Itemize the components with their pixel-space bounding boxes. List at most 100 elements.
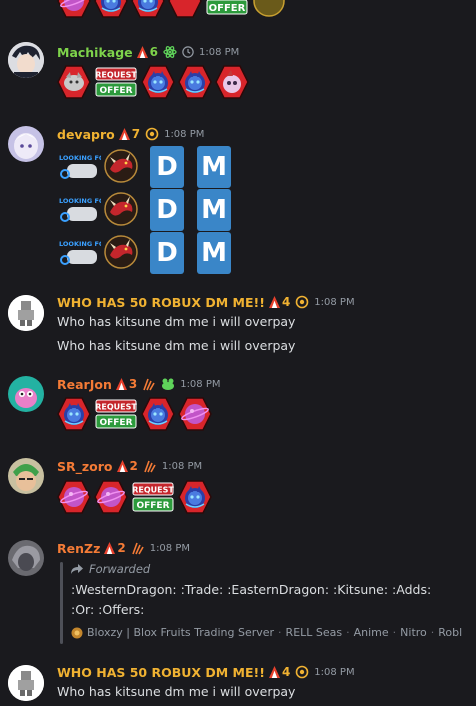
timestamp: 1:08 PM [149, 542, 190, 554]
message-header: RenZz 2 1:08 PM [57, 539, 190, 557]
spirit-fruit-emoji[interactable] [178, 397, 212, 431]
avatar[interactable] [8, 376, 44, 412]
lf-text: LOOKING FOR [59, 240, 101, 248]
avatar[interactable] [8, 458, 44, 494]
frog-badge-icon[interactable] [161, 377, 175, 391]
dm-letter-m[interactable]: M [197, 232, 231, 274]
kitsune-emoji[interactable] [57, 397, 91, 431]
dough-emoji[interactable] [215, 65, 249, 99]
dm-letter-d[interactable]: D [150, 146, 184, 188]
server-icon [71, 627, 83, 638]
offer-emoji[interactable]: OFFER [205, 0, 249, 18]
source-server[interactable]: Bloxzy | Blox Fruits Trading Server [87, 626, 274, 639]
message-text: Who has kitsune dm me i will overpay [57, 314, 296, 329]
request-offer-emoji[interactable]: REQUEST OFFER [94, 397, 138, 431]
dragon-fruit-emoji[interactable] [104, 149, 138, 183]
spirit-fruit-emoji[interactable] [57, 480, 91, 514]
source-tag[interactable]: Nitro [400, 626, 427, 639]
username[interactable]: RearJon [57, 377, 112, 392]
kitsune-emoji[interactable] [178, 65, 212, 99]
level-number: 2 [117, 541, 126, 555]
looking-for-emoji[interactable]: LOOKING FOR [57, 150, 109, 184]
dark-fruit-emoji[interactable] [94, 0, 128, 18]
plant-badge-icon[interactable] [142, 377, 156, 391]
fruit-emoji[interactable] [57, 65, 91, 99]
request-offer-emoji[interactable]: REQUEST OFFER [94, 65, 138, 99]
plant-badge-icon[interactable] [143, 459, 157, 473]
top-emoji-row: OFFER [57, 0, 286, 18]
level-number: 6 [149, 45, 159, 59]
looking-for-emoji[interactable]: LOOKING FOR [57, 236, 109, 270]
kitsune-emoji[interactable] [178, 480, 212, 514]
timestamp: 1:08 PM [161, 460, 203, 472]
target-badge-icon[interactable] [145, 127, 159, 141]
separator-dot: · [430, 626, 435, 639]
dm-letter-m[interactable]: M [197, 189, 231, 231]
dragon-fruit-emoji[interactable] [104, 192, 138, 226]
dm-letter-d[interactable]: D [150, 189, 184, 231]
level-number: 4 [281, 665, 291, 679]
message-header: Machikage 6 1:08 PM [57, 43, 239, 61]
lf-text: LOOKING FOR [59, 197, 101, 205]
target-badge-icon[interactable] [295, 665, 309, 679]
source-tag[interactable]: Robl [438, 626, 462, 639]
spirit-fruit-emoji[interactable] [94, 480, 128, 514]
message-header: WHO HAS 50 ROBUX DM ME!! 4 1:08 PM [57, 663, 355, 681]
avatar[interactable] [8, 665, 44, 701]
message-header: SR_zoro 2 1:08 PM [57, 457, 202, 475]
username[interactable]: WHO HAS 50 ROBUX DM ME!! [57, 665, 265, 680]
emoji-row: REQUEST OFFER [57, 397, 212, 431]
dm-letter-d[interactable]: D [150, 232, 184, 274]
offer-text: OFFER [209, 3, 246, 14]
level-badge: 7 [119, 127, 140, 141]
username[interactable]: devapro [57, 127, 115, 142]
level-badge: 3 [116, 377, 137, 391]
avatar[interactable] [8, 295, 44, 331]
message-text: Who has kitsune dm me i will overpay [57, 684, 296, 699]
username[interactable]: WHO HAS 50 ROBUX DM ME!! [57, 295, 265, 310]
fire-icon [116, 378, 127, 390]
dm-letter-m[interactable]: M [197, 146, 231, 188]
red-fruit-emoji[interactable] [168, 0, 202, 18]
kitsune-emoji[interactable] [141, 397, 175, 431]
fire-icon [117, 460, 128, 472]
fire-icon [104, 542, 115, 554]
username[interactable]: RenZz [57, 541, 100, 556]
plant-badge-icon[interactable] [131, 541, 145, 555]
timestamp: 1:08 PM [164, 128, 205, 140]
level-badge: 2 [117, 459, 138, 473]
level-number: 7 [131, 127, 141, 141]
looking-for-emoji[interactable]: LOOKING FOR [57, 193, 109, 227]
source-channel[interactable]: RELL Seas [286, 626, 343, 639]
source-tag[interactable]: Anime [354, 626, 389, 639]
atom-badge-icon[interactable] [163, 45, 177, 59]
target-badge-icon[interactable] [295, 295, 309, 309]
gold-fruit-emoji[interactable] [252, 0, 286, 18]
forward-source[interactable]: Bloxzy | Blox Fruits Trading Server · RE… [71, 626, 462, 639]
avatar[interactable] [8, 126, 44, 162]
kitsune-emoji[interactable] [141, 65, 175, 99]
separator-dot: · [392, 626, 397, 639]
message-text: Who has kitsune dm me i will overpay [57, 338, 296, 353]
clock-badge-icon[interactable] [182, 46, 194, 58]
fire-icon [269, 296, 280, 308]
request-offer-emoji[interactable]: REQUEST OFFER [131, 480, 175, 514]
spirit-fruit-emoji[interactable] [57, 0, 91, 18]
dragon-fruit-emoji[interactable] [104, 235, 138, 269]
separator-dot: · [278, 626, 282, 639]
timestamp: 1:08 PM [314, 666, 355, 678]
username[interactable]: Machikage [57, 45, 133, 60]
level-badge: 2 [104, 541, 126, 555]
forwarded-line: :WesternDragon: :Trade: :EasternDragon: … [71, 582, 432, 597]
level-badge: 6 [137, 45, 158, 59]
avatar[interactable] [8, 540, 44, 576]
dark-fruit-emoji[interactable] [131, 0, 165, 18]
avatar[interactable] [8, 42, 44, 78]
fire-icon [119, 128, 130, 140]
timestamp: 1:08 PM [199, 46, 240, 58]
emoji-row: REQUEST OFFER [57, 480, 212, 514]
message-header: devapro 7 1:08 PM [57, 125, 204, 143]
username[interactable]: SR_zoro [57, 459, 113, 474]
offer-text: OFFER [99, 86, 132, 96]
message-header: WHO HAS 50 ROBUX DM ME!! 4 1:08 PM [57, 293, 355, 311]
